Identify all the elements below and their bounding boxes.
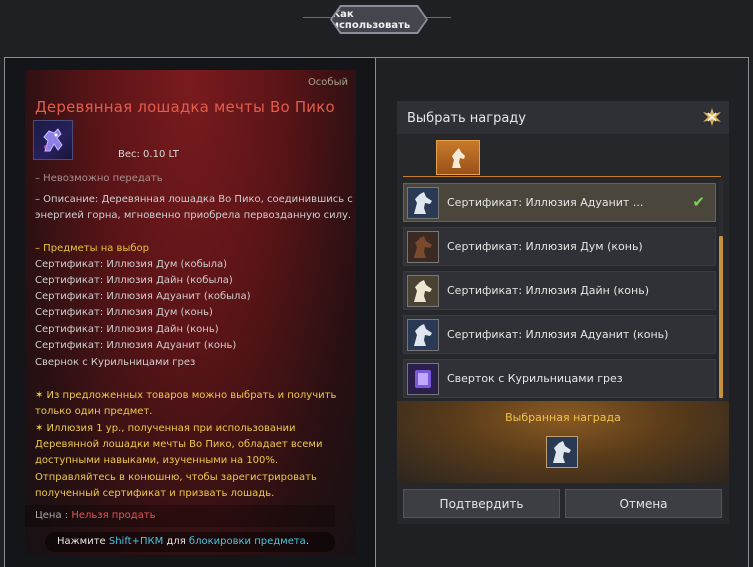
reward-list[interactable]: Сертификат: Иллюзия Адуанит ... ✔ Сертиф…	[403, 180, 719, 400]
choices-header: – Предметы на выбор	[35, 243, 149, 254]
choice-item: Свернок с Курильницами грез	[35, 357, 196, 368]
price-value: Нельзя продать	[71, 510, 156, 521]
brown-horse-icon	[407, 231, 439, 263]
lock-hint: Нажмите Shift+ПКМ для блокировки предмет…	[57, 536, 309, 547]
how-to-use-button[interactable]: Как использовать	[332, 7, 426, 32]
hint-prefix: Нажмите	[57, 536, 109, 547]
horse-head-icon	[452, 147, 465, 168]
note-line: Отправляйтесь в конюшню, чтобы зарегистр…	[35, 472, 317, 483]
description-line: – Описание: Деревянная лошадка Во Пико, …	[35, 194, 353, 205]
choice-item: Сертификат: Иллюзия Адуанит (конь)	[35, 340, 237, 351]
white-horse-icon	[407, 187, 439, 219]
reward-list-scrollbar[interactable]	[719, 180, 723, 400]
tab-horse[interactable]	[436, 140, 480, 175]
list-item[interactable]: Сертификат: Иллюзия Адуанит ... ✔	[403, 183, 716, 222]
note-line: только один предмет.	[35, 406, 153, 417]
white-horse-icon	[407, 275, 439, 307]
note-line: ✶ Из предложенных товаров можно выбрать …	[35, 390, 337, 401]
untradable-text: – Невозможно передать	[35, 173, 163, 184]
item-title: Деревянная лошадка мечты Во Пико	[35, 98, 335, 116]
list-item-label: Сертификат: Иллюзия Адуанит ...	[447, 196, 644, 209]
selected-reward-panel: Выбранная награда	[397, 401, 729, 483]
price-text: Цена : Нельзя продать	[35, 510, 156, 521]
note-line: Деревянной лошадки мечты Во Пико, облада…	[35, 439, 323, 450]
list-item[interactable]: Сертификат: Иллюзия Адуанит (конь)	[403, 315, 716, 354]
list-item[interactable]: Сертификат: Иллюзия Дайн (конь)	[403, 271, 716, 310]
dream-horse-icon	[33, 120, 73, 160]
list-item-label: Сертификат: Иллюзия Дайн (конь)	[447, 284, 650, 297]
banner-line-left	[303, 17, 333, 18]
note-line: ✶ Иллюзия 1 ур., полученная при использо…	[35, 423, 296, 434]
banner-line-right	[426, 17, 451, 18]
confirm-button[interactable]: Подтвердить	[403, 489, 560, 518]
list-item-label: Сверток с Курильницами грез	[447, 372, 623, 385]
hint-suffix: .	[305, 536, 309, 547]
reward-title: Выбрать награду	[407, 111, 526, 126]
close-icon[interactable]	[703, 108, 721, 126]
reward-window: Выбрать награду Сертификат: Иллюзия Адуа…	[397, 101, 729, 524]
item-weight: Вес: 0.10 LT	[118, 149, 179, 160]
white-horse-icon	[546, 436, 578, 468]
choice-item: Сертификат: Иллюзия Дайн (конь)	[35, 324, 219, 335]
note-line: полученный сертификат и призвать лошадь.	[35, 488, 275, 499]
list-item-label: Сертификат: Иллюзия Адуанит (конь)	[447, 328, 669, 341]
item-grade: Особый	[307, 77, 348, 88]
price-label: Цена :	[35, 510, 69, 521]
choice-item: Сертификат: Иллюзия Дайн (кобыла)	[35, 275, 233, 286]
description-line: энергией горна, мгновенно приобрела перв…	[35, 210, 352, 221]
hint-key: Shift+ПКМ	[108, 536, 164, 547]
cancel-button[interactable]: Отмена	[565, 489, 722, 518]
item-tooltip: Особый Деревянная лошадка мечты Во Пико …	[25, 70, 356, 555]
scroll-thumb[interactable]	[719, 236, 723, 398]
list-item[interactable]: Сверток с Курильницами грез	[403, 359, 716, 398]
list-item-label: Сертификат: Иллюзия Дум (конь)	[447, 240, 643, 253]
white-horse-icon	[407, 319, 439, 351]
choice-item: Сертификат: Иллюзия Адуанит (кобыла)	[35, 291, 251, 302]
category-tabs	[403, 140, 721, 177]
hint-middle: для	[163, 536, 189, 547]
choice-item: Сертификат: Иллюзия Дум (конь)	[35, 307, 213, 318]
choice-item: Сертификат: Иллюзия Дум (кобыла)	[35, 259, 228, 270]
selected-reward-label: Выбранная награда	[505, 411, 621, 424]
note-line: доступными навыками, изученными на 100%.	[35, 455, 279, 466]
list-item[interactable]: Сертификат: Иллюзия Дум (конь)	[403, 227, 716, 266]
reward-header: Выбрать награду	[397, 101, 729, 134]
hint-action: блокировки предмета	[188, 536, 306, 547]
incense-scroll-icon	[407, 363, 439, 395]
check-icon: ✔	[692, 193, 705, 211]
